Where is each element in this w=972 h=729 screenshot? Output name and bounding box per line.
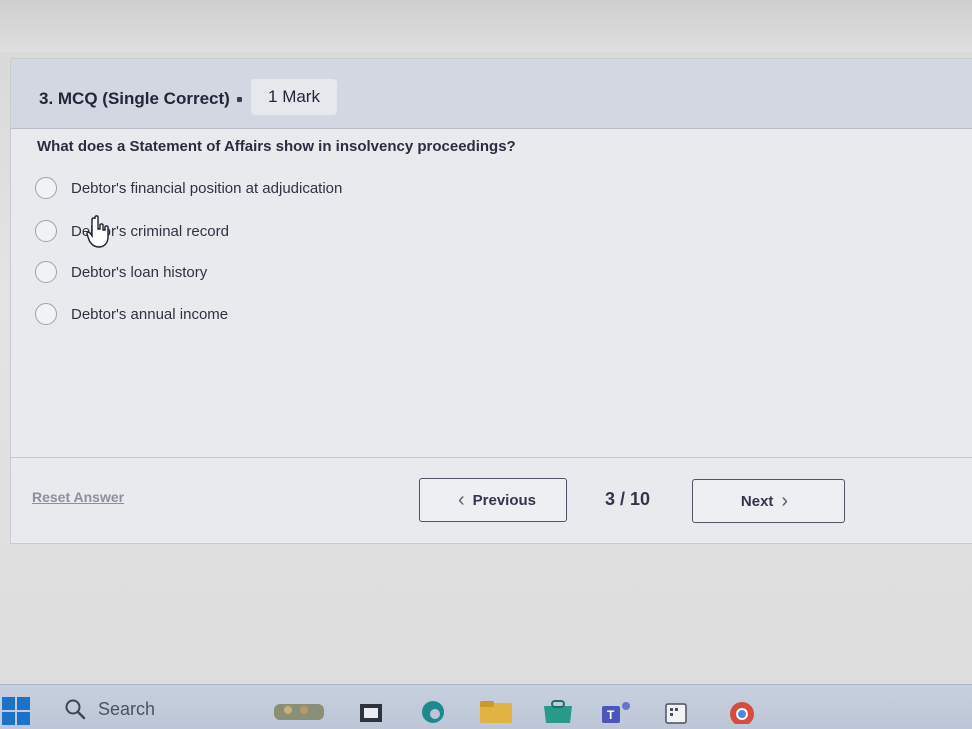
chevron-left-icon: ‹ <box>457 488 465 511</box>
option-label: Debtor's financial position at adjudicat… <box>71 179 343 197</box>
question-header: 3. MCQ (Single Correct) 1 Mark <box>11 59 972 129</box>
option-label: Debtor's annual income <box>71 305 229 323</box>
app-icon[interactable] <box>662 698 698 724</box>
chrome-icon[interactable] <box>724 698 760 724</box>
taskbar-search[interactable]: Search <box>50 693 260 725</box>
marks-badge: 1 Mark <box>251 79 337 115</box>
question-card: 3. MCQ (Single Correct) 1 Mark What does… <box>10 58 972 544</box>
teams-icon[interactable]: T <box>600 698 636 724</box>
previous-label: Previous <box>472 491 537 509</box>
radio-button[interactable] <box>35 303 57 325</box>
windows-start-icon[interactable] <box>2 697 32 727</box>
footer-divider <box>11 457 972 458</box>
search-icon <box>65 699 86 720</box>
option-3[interactable]: Debtor's loan history <box>35 260 207 284</box>
hand-cursor-icon <box>86 215 109 248</box>
question-text: What does a Statement of Affairs show in… <box>37 138 516 155</box>
question-title: 3. MCQ (Single Correct) <box>39 89 230 108</box>
radio-button[interactable] <box>35 261 57 283</box>
store-icon[interactable] <box>540 698 576 724</box>
previous-button[interactable]: ‹ Previous <box>419 478 567 522</box>
widgets-icon[interactable] <box>270 698 330 724</box>
edge-icon[interactable] <box>418 698 448 724</box>
option-1[interactable]: Debtor's financial position at adjudicat… <box>35 176 342 200</box>
radio-button[interactable] <box>35 177 57 199</box>
search-label: Search <box>98 698 156 719</box>
taskbar: Search T <box>0 684 972 729</box>
radio-button[interactable] <box>35 220 57 242</box>
reset-answer-link[interactable]: Reset Answer <box>32 489 124 505</box>
separator-dot <box>237 97 242 102</box>
svg-text:T: T <box>607 708 615 722</box>
folder-icon[interactable] <box>478 698 514 724</box>
option-label: Debtor's loan history <box>71 263 208 281</box>
page-indicator: 3 / 10 <box>605 489 651 509</box>
option-2[interactable]: Debtor's criminal record <box>35 219 229 243</box>
next-button[interactable]: Next › <box>692 479 845 523</box>
next-label: Next <box>740 492 774 510</box>
page-top-strip <box>0 0 972 52</box>
chevron-right-icon: › <box>781 489 789 512</box>
file-explorer-icon[interactable] <box>358 698 384 724</box>
option-4[interactable]: Debtor's annual income <box>35 302 228 326</box>
